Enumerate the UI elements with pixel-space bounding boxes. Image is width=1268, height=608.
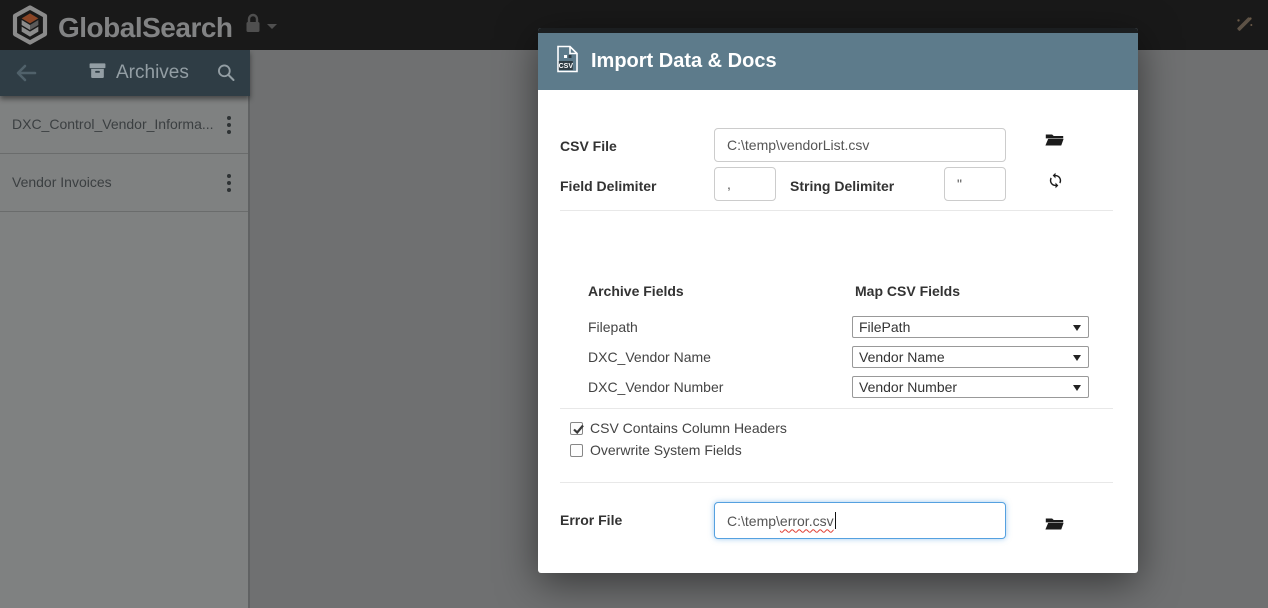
sidebar: DXC_Control_Vendor_Informa... Vendor Inv…	[0, 96, 250, 608]
brand[interactable]: GlobalSearch	[10, 5, 233, 50]
text-cursor	[835, 512, 836, 529]
folder-open-icon[interactable]	[1044, 514, 1064, 534]
lock-icon	[243, 13, 263, 40]
checkbox-label: Overwrite System Fields	[590, 442, 742, 458]
dropdown-arrow-icon	[1073, 325, 1081, 331]
overwrite-system-fields-checkbox[interactable]: Overwrite System Fields	[570, 442, 742, 458]
dialog-title: Import Data & Docs	[591, 50, 777, 73]
select-value: Vendor Name	[859, 349, 945, 365]
archive-field-label: DXC_Vendor Name	[588, 349, 711, 365]
sidebar-title: Archives	[116, 62, 189, 84]
sidebar-header: Archives	[0, 50, 250, 96]
search-icon[interactable]	[216, 62, 236, 82]
divider	[560, 482, 1113, 483]
import-data-docs-dialog: CSV Import Data & Docs CSV File Field De…	[538, 28, 1138, 573]
dialog-body: CSV File Field Delimiter String Delimite…	[538, 90, 1138, 573]
sidebar-item-label: DXC_Control_Vendor_Informa...	[12, 116, 214, 132]
magic-wand-icon[interactable]	[1232, 13, 1256, 37]
checkbox-icon[interactable]	[570, 444, 583, 457]
sidebar-item-dxc-control-vendor-information[interactable]: DXC_Control_Vendor_Informa...	[0, 96, 248, 154]
svg-text:CSV: CSV	[559, 63, 574, 70]
checkbox-label: CSV Contains Column Headers	[590, 420, 787, 436]
folder-open-icon[interactable]	[1044, 130, 1064, 150]
divider	[560, 408, 1113, 409]
checkbox-icon[interactable]	[570, 422, 583, 435]
chevron-down-icon	[267, 24, 277, 29]
back-arrow-icon[interactable]	[14, 61, 38, 85]
field-delimiter-label: Field Delimiter	[560, 178, 656, 194]
brand-name: GlobalSearch	[58, 12, 233, 44]
csv-contains-column-headers-checkbox[interactable]: CSV Contains Column Headers	[570, 420, 787, 436]
kebab-menu-icon[interactable]	[222, 114, 236, 136]
dropdown-arrow-icon	[1073, 355, 1081, 361]
map-csv-fields-header: Map CSV Fields	[855, 283, 960, 299]
csv-field-select-filepath[interactable]: FilePath	[852, 316, 1089, 338]
error-file-input[interactable]: C:\temp\error.csv	[714, 502, 1006, 539]
sidebar-item-vendor-invoices[interactable]: Vendor Invoices	[0, 154, 248, 212]
lock-menu[interactable]	[243, 13, 277, 40]
csv-field-select-vendor-name[interactable]: Vendor Name	[852, 346, 1089, 368]
dialog-header: CSV Import Data & Docs	[538, 28, 1138, 90]
refresh-icon[interactable]	[1045, 170, 1065, 190]
select-value: FilePath	[859, 319, 910, 335]
error-file-value-flagged: error.csv	[780, 513, 834, 529]
archive-field-label: Filepath	[588, 319, 638, 335]
archive-fields-header: Archive Fields	[588, 283, 684, 299]
csv-field-select-vendor-number[interactable]: Vendor Number	[852, 376, 1089, 398]
string-delimiter-label: String Delimiter	[790, 178, 894, 194]
csv-file-input[interactable]	[714, 128, 1006, 162]
archive-box-icon	[88, 61, 107, 86]
divider	[560, 210, 1113, 211]
select-value: Vendor Number	[859, 379, 957, 395]
csv-document-icon: CSV	[556, 45, 579, 78]
csv-file-label: CSV File	[560, 138, 617, 154]
error-file-label: Error File	[560, 512, 622, 528]
globalsearch-logo-icon	[10, 5, 50, 50]
sidebar-item-label: Vendor Invoices	[12, 174, 112, 190]
dropdown-arrow-icon	[1073, 385, 1081, 391]
string-delimiter-input[interactable]	[944, 167, 1006, 201]
kebab-menu-icon[interactable]	[222, 172, 236, 194]
error-file-value-prefix: C:\temp\	[727, 513, 780, 529]
archive-field-label: DXC_Vendor Number	[588, 379, 723, 395]
field-delimiter-input[interactable]	[714, 167, 776, 201]
